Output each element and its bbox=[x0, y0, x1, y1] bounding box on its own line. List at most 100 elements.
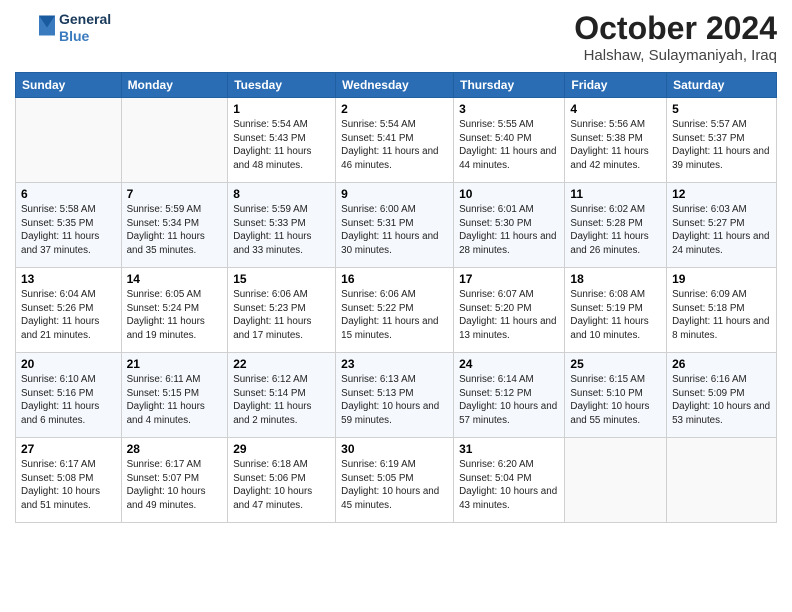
calendar-cell bbox=[121, 98, 228, 183]
calendar-cell: 23 Sunrise: 6:13 AM Sunset: 5:13 PM Dayli… bbox=[336, 353, 454, 438]
day-number: 28 bbox=[127, 442, 223, 456]
calendar-cell: 25Sunrise: 6:15 AM Sunset: 5:10 PM Dayli… bbox=[565, 353, 667, 438]
calendar-cell: 26 Sunrise: 6:16 AM Sunset: 5:09 PM Dayli… bbox=[667, 353, 777, 438]
day-info: Sunrise: 6:20 AM Sunset: 5:04 PM Dayligh… bbox=[459, 458, 559, 513]
calendar-cell: 4 Sunrise: 5:56 AM Sunset: 5:38 PM Daylig… bbox=[565, 98, 667, 183]
day-info: Sunrise: 6:16 AM Sunset: 5:09 PM Dayligh… bbox=[672, 373, 771, 428]
day-info: Sunrise: 6:06 AM Sunset: 5:23 PM Dayligh… bbox=[233, 288, 330, 343]
day-number: 16 bbox=[341, 272, 448, 286]
weekday-header-row: SundayMondayTuesdayWednesdayThursdayFrid… bbox=[16, 73, 777, 98]
day-info: Sunrise: 6:14 AM Sunset: 5:12 PM Dayligh… bbox=[459, 373, 559, 428]
day-number: 24 bbox=[459, 357, 559, 371]
day-number: 10 bbox=[459, 187, 559, 201]
day-number: 21 bbox=[127, 357, 223, 371]
calendar-table: SundayMondayTuesdayWednesdayThursdayFrid… bbox=[15, 72, 777, 523]
day-number: 20 bbox=[21, 357, 116, 371]
calendar-cell: 27Sunrise: 6:17 AM Sunset: 5:08 PM Dayli… bbox=[16, 438, 122, 523]
calendar-container: General Blue October 2024 Halshaw, Sulay… bbox=[0, 0, 792, 533]
location: Halshaw, Sulaymaniyah, Iraq bbox=[574, 47, 777, 64]
calendar-cell: 7 Sunrise: 5:59 AM Sunset: 5:34 PM Daylig… bbox=[121, 183, 228, 268]
calendar-cell bbox=[667, 438, 777, 523]
calendar-cell: 2Sunrise: 5:54 AM Sunset: 5:41 PM Daylig… bbox=[336, 98, 454, 183]
day-info: Sunrise: 5:54 AM Sunset: 5:43 PM Dayligh… bbox=[233, 118, 330, 173]
day-info: Sunrise: 6:08 AM Sunset: 5:19 PM Dayligh… bbox=[570, 288, 661, 343]
title-section: October 2024 Halshaw, Sulaymaniyah, Iraq bbox=[574, 10, 777, 64]
day-info: Sunrise: 6:13 AM Sunset: 5:13 PM Dayligh… bbox=[341, 373, 448, 428]
calendar-cell: 31 Sunrise: 6:20 AM Sunset: 5:04 PM Dayli… bbox=[454, 438, 565, 523]
day-info: Sunrise: 6:18 AM Sunset: 5:06 PM Dayligh… bbox=[233, 458, 330, 513]
day-number: 6 bbox=[21, 187, 116, 201]
day-number: 3 bbox=[459, 102, 559, 116]
calendar-cell: 15Sunrise: 6:06 AM Sunset: 5:23 PM Dayli… bbox=[228, 268, 336, 353]
day-info: Sunrise: 6:17 AM Sunset: 5:07 PM Dayligh… bbox=[127, 458, 223, 513]
day-info: Sunrise: 5:55 AM Sunset: 5:40 PM Dayligh… bbox=[459, 118, 559, 173]
calendar-cell: 16Sunrise: 6:06 AM Sunset: 5:22 PM Dayli… bbox=[336, 268, 454, 353]
day-info: Sunrise: 6:04 AM Sunset: 5:26 PM Dayligh… bbox=[21, 288, 116, 343]
weekday-header-saturday: Saturday bbox=[667, 73, 777, 98]
week-row-4: 20 Sunrise: 6:10 AM Sunset: 5:16 PM Dayli… bbox=[16, 353, 777, 438]
logo-general-text: General bbox=[59, 11, 111, 28]
week-row-3: 13 Sunrise: 6:04 AM Sunset: 5:26 PM Dayli… bbox=[16, 268, 777, 353]
day-info: Sunrise: 6:11 AM Sunset: 5:15 PM Dayligh… bbox=[127, 373, 223, 428]
calendar-cell: 13 Sunrise: 6:04 AM Sunset: 5:26 PM Dayli… bbox=[16, 268, 122, 353]
day-info: Sunrise: 6:00 AM Sunset: 5:31 PM Dayligh… bbox=[341, 203, 448, 258]
logo-blue-text: Blue bbox=[59, 28, 111, 45]
calendar-cell: 24 Sunrise: 6:14 AM Sunset: 5:12 PM Dayli… bbox=[454, 353, 565, 438]
day-info: Sunrise: 6:02 AM Sunset: 5:28 PM Dayligh… bbox=[570, 203, 661, 258]
day-info: Sunrise: 6:17 AM Sunset: 5:08 PM Dayligh… bbox=[21, 458, 116, 513]
day-number: 31 bbox=[459, 442, 559, 456]
day-number: 18 bbox=[570, 272, 661, 286]
day-number: 29 bbox=[233, 442, 330, 456]
calendar-cell: 21 Sunrise: 6:11 AM Sunset: 5:15 PM Dayli… bbox=[121, 353, 228, 438]
calendar-cell: 14Sunrise: 6:05 AM Sunset: 5:24 PM Dayli… bbox=[121, 268, 228, 353]
day-info: Sunrise: 6:09 AM Sunset: 5:18 PM Dayligh… bbox=[672, 288, 771, 343]
day-info: Sunrise: 5:59 AM Sunset: 5:33 PM Dayligh… bbox=[233, 203, 330, 258]
day-info: Sunrise: 5:57 AM Sunset: 5:37 PM Dayligh… bbox=[672, 118, 771, 173]
day-info: Sunrise: 5:56 AM Sunset: 5:38 PM Dayligh… bbox=[570, 118, 661, 173]
day-info: Sunrise: 6:19 AM Sunset: 5:05 PM Dayligh… bbox=[341, 458, 448, 513]
weekday-header-thursday: Thursday bbox=[454, 73, 565, 98]
calendar-cell: 17 Sunrise: 6:07 AM Sunset: 5:20 PM Dayli… bbox=[454, 268, 565, 353]
calendar-cell: 8 Sunrise: 5:59 AM Sunset: 5:33 PM Daylig… bbox=[228, 183, 336, 268]
day-number: 7 bbox=[127, 187, 223, 201]
weekday-header-friday: Friday bbox=[565, 73, 667, 98]
day-number: 19 bbox=[672, 272, 771, 286]
calendar-cell: 6Sunrise: 5:58 AM Sunset: 5:35 PM Daylig… bbox=[16, 183, 122, 268]
calendar-cell: 1 Sunrise: 5:54 AM Sunset: 5:43 PM Daylig… bbox=[228, 98, 336, 183]
day-info: Sunrise: 6:05 AM Sunset: 5:24 PM Dayligh… bbox=[127, 288, 223, 343]
week-row-1: 1 Sunrise: 5:54 AM Sunset: 5:43 PM Daylig… bbox=[16, 98, 777, 183]
day-number: 23 bbox=[341, 357, 448, 371]
weekday-header-wednesday: Wednesday bbox=[336, 73, 454, 98]
day-info: Sunrise: 6:03 AM Sunset: 5:27 PM Dayligh… bbox=[672, 203, 771, 258]
calendar-cell bbox=[565, 438, 667, 523]
day-info: Sunrise: 6:07 AM Sunset: 5:20 PM Dayligh… bbox=[459, 288, 559, 343]
calendar-cell: 11Sunrise: 6:02 AM Sunset: 5:28 PM Dayli… bbox=[565, 183, 667, 268]
logo-text: General Blue bbox=[59, 11, 111, 45]
day-number: 9 bbox=[341, 187, 448, 201]
weekday-header-sunday: Sunday bbox=[16, 73, 122, 98]
calendar-cell: 29 Sunrise: 6:18 AM Sunset: 5:06 PM Dayli… bbox=[228, 438, 336, 523]
day-number: 5 bbox=[672, 102, 771, 116]
day-info: Sunrise: 6:01 AM Sunset: 5:30 PM Dayligh… bbox=[459, 203, 559, 258]
day-number: 8 bbox=[233, 187, 330, 201]
month-title: October 2024 bbox=[574, 10, 777, 47]
calendar-cell: 3 Sunrise: 5:55 AM Sunset: 5:40 PM Daylig… bbox=[454, 98, 565, 183]
calendar-cell: 9 Sunrise: 6:00 AM Sunset: 5:31 PM Daylig… bbox=[336, 183, 454, 268]
day-info: Sunrise: 6:10 AM Sunset: 5:16 PM Dayligh… bbox=[21, 373, 116, 428]
day-number: 1 bbox=[233, 102, 330, 116]
calendar-cell: 10 Sunrise: 6:01 AM Sunset: 5:30 PM Dayli… bbox=[454, 183, 565, 268]
day-info: Sunrise: 5:59 AM Sunset: 5:34 PM Dayligh… bbox=[127, 203, 223, 258]
calendar-cell: 12Sunrise: 6:03 AM Sunset: 5:27 PM Dayli… bbox=[667, 183, 777, 268]
day-number: 13 bbox=[21, 272, 116, 286]
week-row-2: 6Sunrise: 5:58 AM Sunset: 5:35 PM Daylig… bbox=[16, 183, 777, 268]
header: General Blue October 2024 Halshaw, Sulay… bbox=[15, 10, 777, 64]
day-number: 4 bbox=[570, 102, 661, 116]
calendar-cell: 22Sunrise: 6:12 AM Sunset: 5:14 PM Dayli… bbox=[228, 353, 336, 438]
day-number: 26 bbox=[672, 357, 771, 371]
calendar-cell: 20 Sunrise: 6:10 AM Sunset: 5:16 PM Dayli… bbox=[16, 353, 122, 438]
weekday-header-monday: Monday bbox=[121, 73, 228, 98]
calendar-cell bbox=[16, 98, 122, 183]
day-info: Sunrise: 6:15 AM Sunset: 5:10 PM Dayligh… bbox=[570, 373, 661, 428]
logo: General Blue bbox=[15, 10, 111, 45]
day-number: 17 bbox=[459, 272, 559, 286]
